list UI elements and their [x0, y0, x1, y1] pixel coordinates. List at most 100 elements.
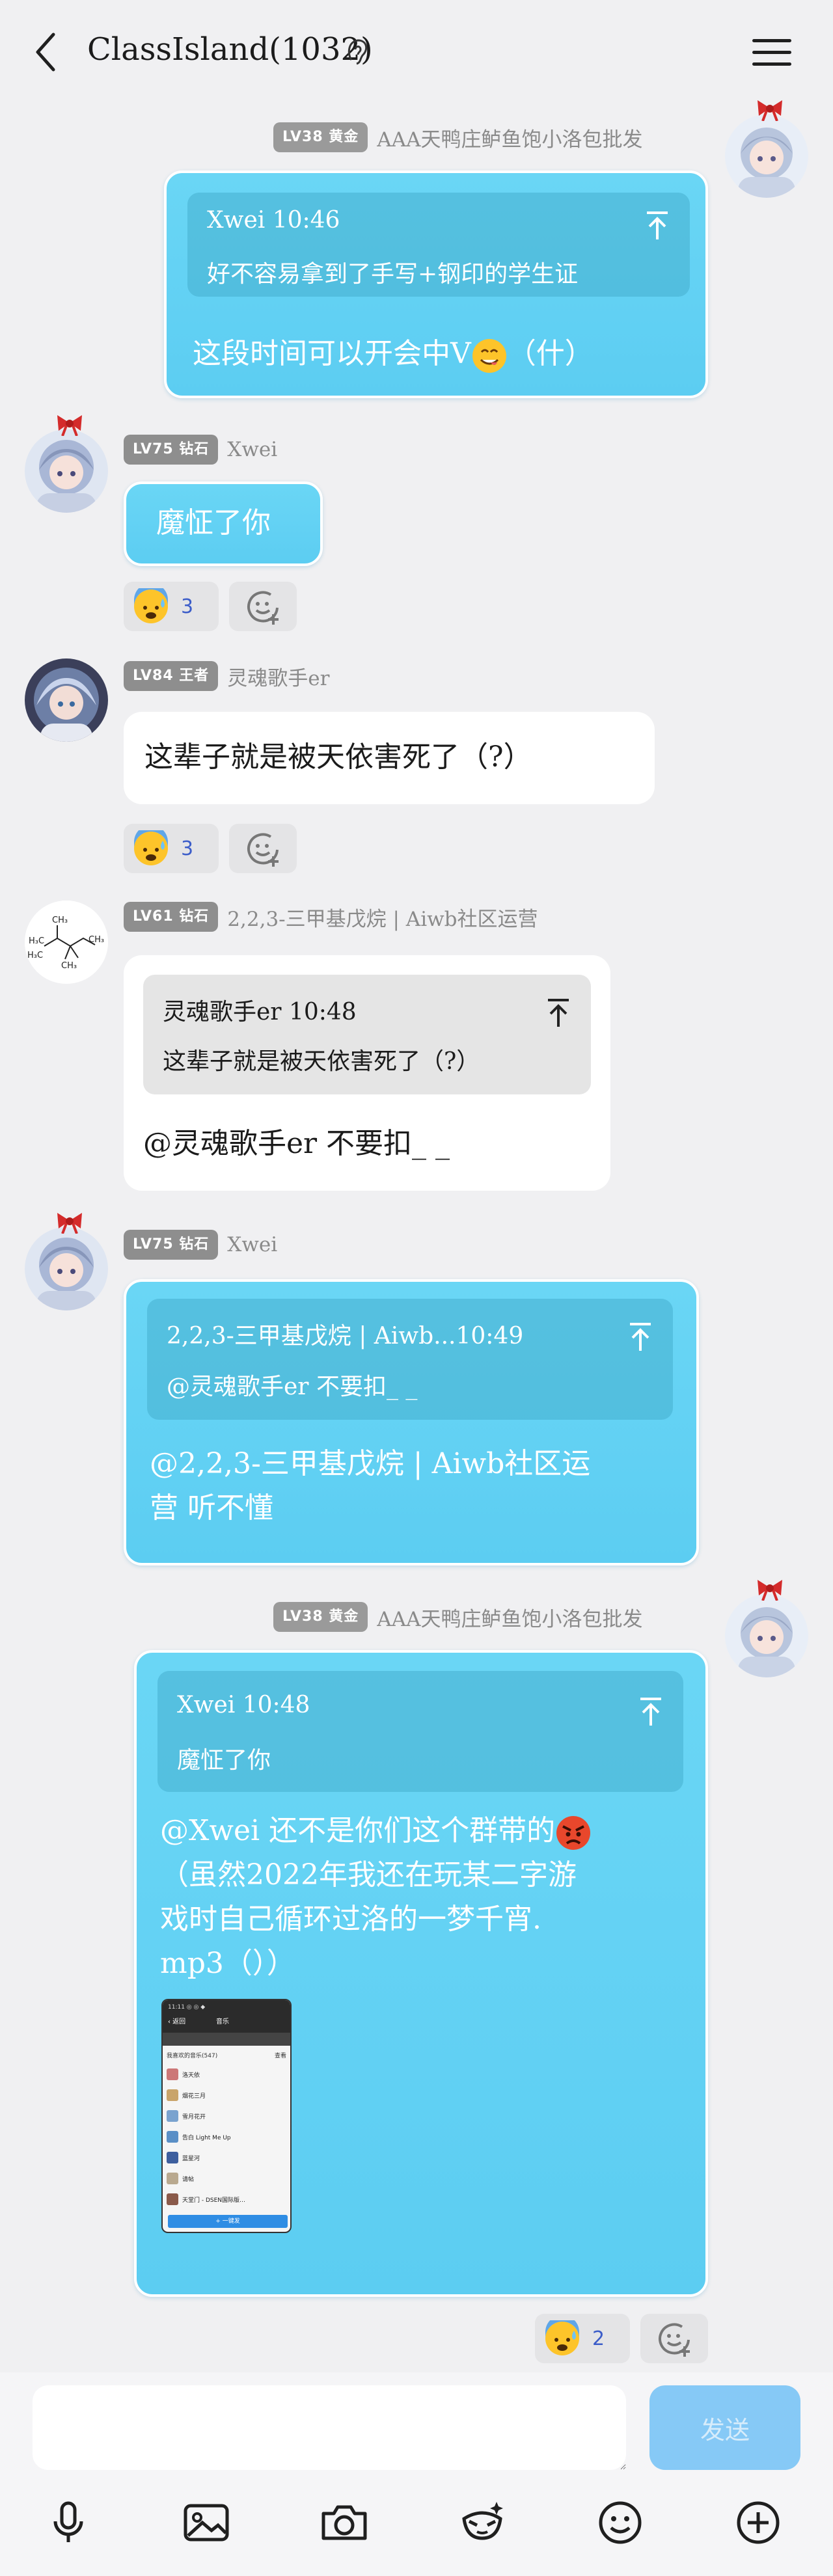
message-input[interactable] — [33, 2385, 626, 2470]
add-emoji-icon — [247, 833, 279, 867]
message-meta: LV61 钻石 2,2,3-三甲基戊烷 | Aiwb社区运营 — [124, 901, 538, 933]
add-reaction-button[interactable] — [640, 2314, 708, 2363]
message-bubble[interactable]: 2,2,3-三甲基戊烷 | Aiwb...10:49 @灵魂歌手er 不要扣_ … — [124, 1279, 699, 1566]
message-meta: LV75 钻石 Xwei — [124, 433, 277, 466]
quote-header: 2,2,3-三甲基戊烷 | Aiwb...10:49 — [167, 1323, 524, 1349]
mic-icon — [53, 2501, 83, 2542]
message-meta: LV75 钻石 Xwei — [124, 1228, 277, 1261]
thumb-more-link: 查看 — [274, 2053, 286, 2059]
add-reaction-button[interactable] — [229, 824, 297, 873]
camera-button[interactable] — [315, 2493, 374, 2552]
emoji-button[interactable] — [591, 2493, 649, 2552]
sticker-button[interactable] — [453, 2493, 512, 2552]
menu-button[interactable] — [752, 34, 794, 70]
add-emoji-icon — [247, 591, 279, 625]
quoted-message[interactable]: Xwei 10:48 魔怔了你 — [157, 1671, 683, 1792]
ear-mute-icon[interactable] — [344, 35, 370, 69]
message-text-main: @Xwei 还不是你们这个群带的 — [160, 1814, 556, 1847]
thumb-song-title: 烟花三月 — [182, 2093, 206, 2100]
message-bubble[interactable]: Xwei 10:48 魔怔了你 @Xwei 还不是你们这个群带的 （虽然2022… — [134, 1650, 708, 2297]
svg-text:CH₃: CH₃ — [61, 961, 77, 971]
sticker-icon — [462, 2502, 503, 2540]
avatar[interactable] — [725, 1580, 808, 1677]
back-button[interactable] — [26, 29, 65, 75]
thumb-action-button: + 一键发 — [168, 2215, 288, 2228]
message-text-line: 戏时自己循环过洛的一梦千宵. — [160, 1903, 541, 1936]
svg-text:CH₃: CH₃ — [52, 915, 68, 925]
message-bubble[interactable]: 魔怔了你 — [124, 481, 323, 566]
reaction-chip[interactable]: 3 — [124, 824, 219, 873]
avatar-image — [25, 429, 108, 513]
thumb-song-item: 天堂门 - DSEN国际版… — [167, 2189, 289, 2210]
quoted-message[interactable]: 灵魂歌手er 10:48 这辈子就是被天依害死了（?） — [143, 975, 591, 1094]
plus-icon — [737, 2501, 780, 2544]
add-reaction-button[interactable] — [229, 582, 297, 631]
avatar[interactable] — [25, 415, 108, 513]
message-text-main: 这段时间可以开会中V — [193, 337, 471, 370]
svg-text:H₃C: H₃C — [27, 951, 43, 960]
sender-name: AAA天鸭庄鲈鱼饱小洛包批发 — [377, 1607, 643, 1631]
thumb-back-text: ‹ 返回 — [168, 2018, 186, 2026]
voice-button[interactable] — [39, 2493, 98, 2552]
jump-to-quote-icon[interactable] — [545, 998, 571, 1028]
thumb-title-text: 音乐 — [216, 2018, 229, 2026]
avatar[interactable] — [25, 658, 108, 742]
message-text-line: 营 听不懂 — [150, 1491, 273, 1525]
image-button[interactable] — [177, 2493, 236, 2552]
chat-title: ClassIsland(1032) — [87, 31, 373, 68]
thumb-song-list: 洛天依 烟花三月 雪月花开 告白 Light Me Up 蓝星河 请帖 天堂门 … — [167, 2064, 289, 2210]
thumb-song-item: 雪月花开 — [167, 2106, 289, 2126]
message-text-line: （虽然2022年我还在玩某二字游 — [160, 1858, 577, 1891]
sender-name: Xwei — [227, 438, 278, 461]
message-bubble[interactable]: 灵魂歌手er 10:48 这辈子就是被天依害死了（?） @灵魂歌手er 不要扣_… — [124, 955, 610, 1191]
message-text-line: @Xwei 还不是你们这个群带的 — [160, 1809, 592, 1853]
composer-bar: 发送 — [0, 2372, 833, 2576]
add-emoji-icon — [659, 2323, 690, 2357]
chemical-structure-icon: H₃C H₃C CH₃ CH₃ CH₃ — [25, 901, 108, 984]
thumb-song-item: 洛天依 — [167, 2064, 289, 2085]
avatar-image — [25, 658, 108, 742]
quoted-message[interactable]: 2,2,3-三甲基戊烷 | Aiwb...10:49 @灵魂歌手er 不要扣_ … — [147, 1299, 673, 1420]
avatar-image — [725, 115, 808, 198]
quote-text: 魔怔了你 — [177, 1747, 271, 1774]
jump-to-quote-icon[interactable] — [627, 1322, 653, 1352]
message-bubble[interactable]: Xwei 10:46 好不容易拿到了手写+钢印的学生证 这段时间可以开会中V （什… — [164, 170, 708, 398]
reaction-chip[interactable]: 2 — [535, 2314, 630, 2363]
level-badge: LV61 钻石 — [124, 902, 219, 932]
avatar[interactable]: H₃C H₃C CH₃ CH₃ CH₃ — [25, 901, 108, 984]
reaction-count: 3 — [181, 595, 194, 618]
message-meta: LV38 黄金 AAA天鸭庄鲈鱼饱小洛包批发 — [273, 121, 642, 154]
message-text: 这辈子就是被天依害死了（?） — [144, 740, 532, 774]
message-meta: LV84 王者 灵魂歌手er — [124, 660, 329, 692]
thumb-song-title: 请帖 — [182, 2176, 195, 2183]
quote-header: 灵魂歌手er 10:48 — [163, 999, 357, 1025]
angry-emoji-icon — [556, 1815, 591, 1850]
avatar[interactable] — [25, 1213, 108, 1310]
avatar[interactable] — [725, 100, 808, 198]
bow-icon — [57, 1213, 82, 1234]
thumb-song-item: 请帖 — [167, 2168, 289, 2189]
message-text: 魔怔了你 — [156, 506, 271, 539]
sender-name: Xwei — [227, 1233, 278, 1256]
message-bubble[interactable]: 这辈子就是被天依害死了（?） — [124, 712, 655, 804]
quoted-message[interactable]: Xwei 10:46 好不容易拿到了手写+钢印的学生证 — [187, 193, 690, 297]
jump-to-quote-icon[interactable] — [638, 1697, 664, 1727]
avatar-image: H₃C H₃C CH₃ CH₃ CH₃ — [25, 901, 108, 984]
thumb-song-item: 烟花三月 — [167, 2085, 289, 2106]
quote-text: 好不容易拿到了手写+钢印的学生证 — [207, 261, 579, 288]
level-badge: LV75 钻石 — [124, 1230, 219, 1260]
thumb-song-title: 告白 Light Me Up — [182, 2134, 231, 2141]
attached-screenshot-image[interactable]: 11:11 ◎ ◎ ◆ ‹ 返回 音乐 我喜欢的音乐(547) 查看 洛天依 烟… — [161, 1999, 292, 2233]
reaction-chip[interactable]: 3 — [124, 582, 219, 631]
message-meta: LV38 黄金 AAA天鸭庄鲈鱼饱小洛包批发 — [273, 1601, 642, 1633]
image-icon — [184, 2504, 229, 2542]
anxious-sweat-emoji-icon — [545, 2320, 579, 2355]
thumb-song-item: 告白 Light Me Up — [167, 2126, 289, 2147]
message-text-tail: （什） — [507, 337, 594, 370]
more-button[interactable] — [729, 2493, 787, 2552]
bow-icon — [758, 1580, 782, 1601]
yum-emoji-icon — [472, 338, 506, 373]
send-button[interactable]: 发送 — [649, 2385, 800, 2470]
thumb-status-text: 11:11 ◎ ◎ ◆ — [168, 2004, 206, 2011]
jump-to-quote-icon[interactable] — [644, 211, 670, 241]
